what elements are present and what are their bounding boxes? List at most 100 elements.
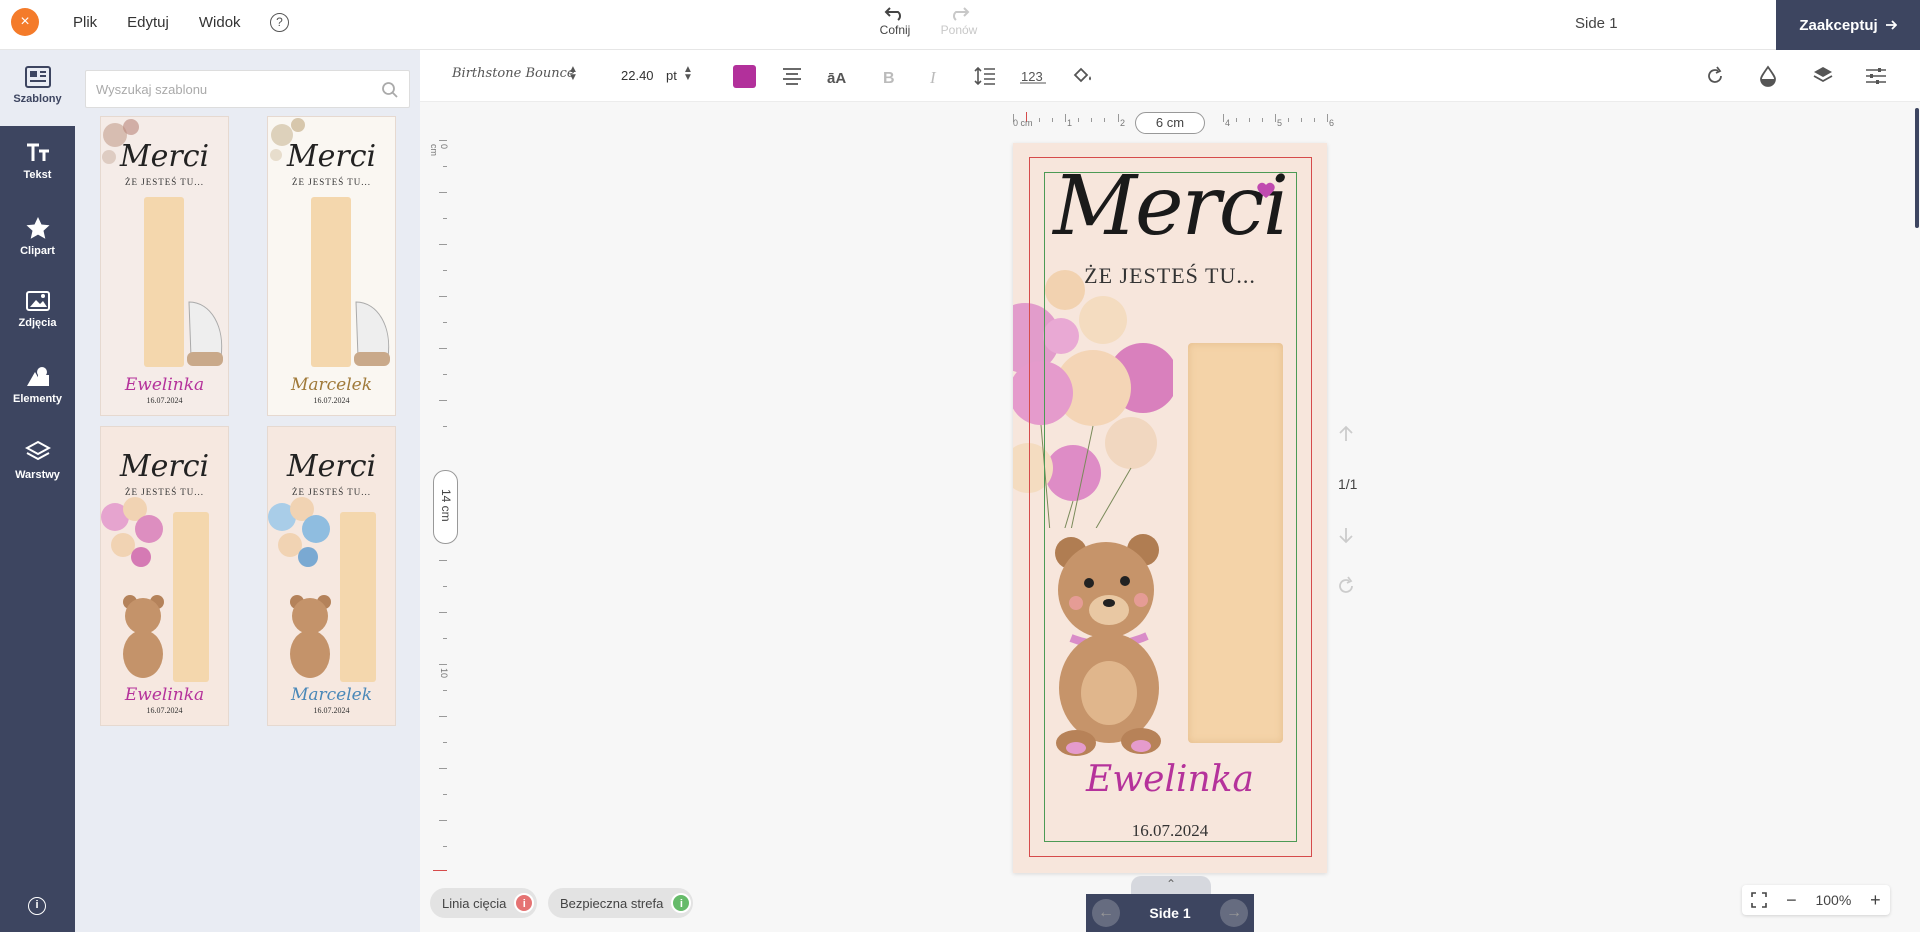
font-unit-select[interactable]: pt <box>666 68 677 83</box>
fill-bucket-icon[interactable] <box>1072 66 1092 86</box>
sidebar-item-elements[interactable]: Elementy <box>0 366 75 405</box>
template-strip <box>173 512 209 682</box>
updown-arrow-icon[interactable]: ▲ ▼ <box>683 65 693 83</box>
ruler-tick <box>439 348 447 349</box>
settings-sliders-icon[interactable] <box>1865 66 1887 86</box>
template-thumb[interactable]: Merci ŻE JESTEŚ TU... Marcelek 16.07.202… <box>267 426 396 726</box>
scrollbar[interactable] <box>1915 108 1919 228</box>
rotate-icon[interactable] <box>1705 66 1725 86</box>
font-family-select[interactable]: Birthstone Bounce <box>452 66 575 81</box>
height-label: 14 cm <box>439 489 453 522</box>
template-merci: Merci <box>286 449 377 484</box>
image-icon <box>25 291 50 311</box>
info-icon[interactable]: i <box>671 893 692 913</box>
template-thumb[interactable]: Merci ŻE JESTEŚ TU... Marcelek 16.07.202… <box>267 116 396 416</box>
ruler-label: 4 <box>1225 118 1231 128</box>
template-name: Marcelek <box>290 685 373 705</box>
sidebar-item-clipart[interactable]: Clipart <box>0 216 75 257</box>
layers-icon <box>24 440 51 461</box>
balloons-illustration <box>268 497 330 567</box>
text-color-swatch[interactable] <box>733 65 756 88</box>
template-thumb[interactable]: Merci ŻE JESTEŚ TU... Ewelinka 16.07.202… <box>100 426 229 726</box>
letter-spacing-icon[interactable]: 123 <box>1020 67 1046 85</box>
zoom-in-button[interactable]: + <box>1870 890 1881 911</box>
ruler-label: 0 cm <box>429 144 449 156</box>
search-input[interactable] <box>86 71 366 107</box>
ruler-tick <box>443 586 447 587</box>
refresh-icon[interactable] <box>1336 576 1356 596</box>
sidebar-item-templates[interactable]: Szablony <box>0 50 75 126</box>
zoom-out-button[interactable]: − <box>1786 890 1797 911</box>
prev-page-button[interactable]: ← <box>1092 899 1120 927</box>
ruler-tick <box>1052 118 1053 122</box>
menu-edit[interactable]: Edytuj <box>127 14 169 31</box>
template-name: Ewelinka <box>124 685 205 705</box>
cradle-illustration <box>354 301 390 366</box>
font-size-input[interactable]: 22.40 <box>621 68 654 83</box>
ruler-tick <box>1118 114 1119 122</box>
ruler-tick <box>443 846 447 847</box>
sidebar-item-text[interactable]: Tekst <box>0 142 75 181</box>
menu-file[interactable]: Plik <box>73 14 97 31</box>
ruler-tick <box>439 140 447 141</box>
layers-icon[interactable] <box>1812 65 1834 87</box>
info-icon[interactable]: i <box>514 893 535 913</box>
ruler-tick <box>443 322 447 323</box>
line-height-icon[interactable] <box>974 66 996 86</box>
template-thumb[interactable]: Merci ŻE JESTEŚ TU... Ewelinka 16.07.202… <box>100 116 229 416</box>
ruler-tick <box>439 192 447 193</box>
undo-icon <box>884 7 901 21</box>
ruler-tick <box>1249 118 1250 122</box>
updown-arrow-icon[interactable]: ▲ ▼ <box>568 65 578 83</box>
template-search <box>85 70 410 108</box>
ruler-tick <box>443 218 447 219</box>
next-page-button[interactable]: → <box>1220 899 1248 927</box>
ruler-tick <box>1275 114 1276 122</box>
undo-button[interactable]: Cofnij <box>870 5 920 37</box>
cut-line-label: Linia cięcia <box>442 895 507 911</box>
redo-button[interactable]: Ponów <box>934 5 984 37</box>
info-icon[interactable]: i <box>28 897 46 915</box>
arrow-up-icon[interactable] <box>1336 424 1356 444</box>
accept-button[interactable]: Zaakceptuj <box>1776 0 1920 50</box>
balloons-illustration <box>101 497 163 567</box>
zoom-control: − 100% + <box>1742 885 1890 915</box>
ruler-tick <box>443 426 447 427</box>
sidebar-item-layers[interactable]: Warstwy <box>0 440 75 481</box>
height-indicator: 14 cm <box>433 470 458 544</box>
sidebar-label: Elementy <box>13 393 62 405</box>
ruler-tick <box>443 638 447 639</box>
ruler-tick <box>439 664 447 665</box>
svg-text:I: I <box>929 68 937 86</box>
ruler-label: 6 <box>1329 118 1335 128</box>
close-button[interactable]: × <box>11 8 39 36</box>
page-label: Side 1 <box>1149 905 1191 921</box>
svg-text:B: B <box>883 70 895 86</box>
bold-icon[interactable]: B <box>882 66 896 86</box>
ruler-tick <box>439 560 447 561</box>
italic-icon[interactable]: I <box>928 66 942 86</box>
shapes-icon <box>26 367 49 386</box>
search-icon[interactable] <box>381 81 399 99</box>
svg-text:123: 123 <box>1021 69 1043 84</box>
arrow-down-icon[interactable] <box>1336 525 1356 545</box>
top-bar: × Plik Edytuj Widok ? Cofnij Ponów Side … <box>0 0 1920 50</box>
ruler-tick <box>439 244 447 245</box>
expand-pages-tab[interactable]: ⌃ <box>1131 876 1211 894</box>
ruler-tick <box>443 374 447 375</box>
fullscreen-icon[interactable] <box>1751 892 1768 908</box>
align-center-icon[interactable] <box>782 67 802 85</box>
cut-line-toggle[interactable]: Linia cięcia i <box>430 888 537 918</box>
text-case-icon[interactable]: āA <box>827 66 853 86</box>
ruler-label: 2 <box>1120 118 1126 128</box>
safe-zone-toggle[interactable]: Bezpieczna strefa i <box>548 888 693 918</box>
help-icon[interactable]: ? <box>270 13 289 32</box>
menu-view[interactable]: Widok <box>199 14 241 31</box>
opacity-drop-icon[interactable] <box>1759 65 1777 87</box>
template-date: 16.07.2024 <box>146 396 183 405</box>
arrow-right-icon <box>1885 20 1897 30</box>
template-subtitle: ŻE JESTEŚ TU... <box>124 177 205 187</box>
sidebar-item-photos[interactable]: Zdjęcia <box>0 290 75 329</box>
design-canvas[interactable]: Merci ŻE JESTEŚ TU... Ewelinka 16.07.202… <box>1013 143 1327 873</box>
ruler-tick <box>439 820 447 821</box>
